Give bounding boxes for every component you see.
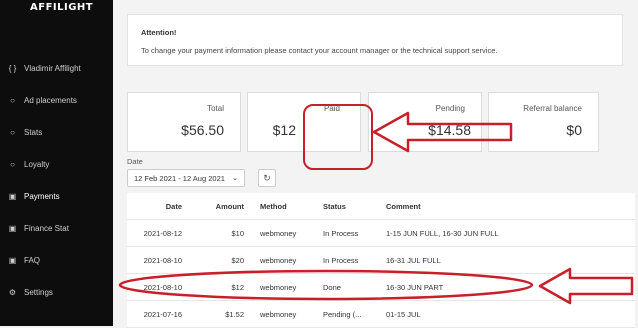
cell-amount: $10: [231, 228, 244, 238]
refresh-button[interactable]: ↻: [258, 169, 276, 187]
total-card: Total $56.50: [127, 92, 241, 152]
date-filter-label: Date: [127, 157, 143, 166]
card-value: $12: [272, 122, 296, 138]
circle-icon: ○: [10, 127, 15, 137]
sidebar-item-label: Payments: [24, 191, 60, 201]
cell-date: 2021-08-12: [143, 228, 182, 238]
gear-icon: ⚙: [8, 287, 17, 297]
cell-method: webmoney: [260, 228, 297, 238]
square-icon: ▣: [8, 223, 17, 233]
column-header-comment[interactable]: Comment: [386, 193, 626, 219]
row-highlight-ellipse: [118, 269, 534, 301]
arrow-left-icon: [538, 267, 634, 305]
sidebar: AFFILIGHT { } Vladimir Affilight ○ Ad pl…: [0, 0, 113, 326]
sidebar-item-loyalty[interactable]: ○ Loyalty: [8, 155, 108, 173]
table-header-row: Date Amount Method Status Comment: [127, 193, 635, 220]
column-header-status[interactable]: Status: [323, 193, 383, 219]
card-label: Total: [207, 104, 224, 113]
sidebar-item-finance-stat[interactable]: ▣ Finance Stat: [8, 219, 108, 237]
card-label: Referral balance: [523, 104, 582, 113]
cell-method: webmoney: [260, 309, 297, 319]
cell-amount: $1.52: [225, 309, 244, 319]
cell-comment: 1-15 JUN FULL, 16-30 JUN FULL: [386, 228, 499, 238]
sidebar-item-payments[interactable]: ▣ Payments: [8, 187, 108, 205]
payments-table: Date Amount Method Status Comment 2021-0…: [127, 193, 635, 328]
column-header-method[interactable]: Method: [260, 193, 315, 219]
sidebar-item-label: Settings: [24, 287, 53, 297]
date-range-value: 12 Feb 2021 - 12 Aug 2021: [134, 173, 225, 183]
sidebar-item-ad-placements[interactable]: ○ Ad placements: [8, 91, 108, 109]
paid-highlight-circle: [303, 104, 373, 170]
card-value: $56.50: [181, 122, 224, 138]
sidebar-item-profile[interactable]: { } Vladimir Affilight: [8, 59, 108, 77]
arrow-left-icon: [372, 111, 513, 153]
circle-icon: ○: [10, 95, 15, 105]
sidebar-item-stats[interactable]: ○ Stats: [8, 123, 108, 141]
sidebar-item-faq[interactable]: ▣ FAQ: [8, 251, 108, 269]
column-header-amount[interactable]: Amount: [187, 193, 244, 219]
square-icon: ▣: [8, 191, 17, 201]
sidebar-item-label: FAQ: [24, 255, 41, 265]
circle-icon: ○: [10, 159, 15, 169]
date-range-select[interactable]: 12 Feb 2021 - 12 Aug 2021 ⌄: [127, 169, 245, 187]
column-header-date[interactable]: Date: [127, 193, 182, 219]
sidebar-item-label: Vladimir Affilight: [24, 63, 81, 73]
sidebar-item-settings[interactable]: ⚙ Settings: [8, 283, 108, 301]
app-logo[interactable]: AFFILIGHT: [30, 2, 93, 13]
table-row: 2021-08-12 $10 webmoney In Process 1-15 …: [127, 220, 635, 247]
cell-status: In Process: [323, 228, 359, 238]
card-value: $0: [566, 122, 582, 138]
sidebar-item-label: Loyalty: [24, 159, 50, 169]
attention-alert: Attention! To change your payment inform…: [127, 14, 623, 66]
square-icon: ▣: [8, 255, 17, 265]
sidebar-item-label: Finance Stat: [24, 223, 69, 233]
alert-title: Attention!: [141, 28, 177, 37]
sidebar-item-label: Stats: [24, 127, 43, 137]
cell-date: 2021-07-16: [143, 309, 182, 319]
refresh-icon: ↻: [263, 172, 271, 183]
sidebar-item-label: Ad placements: [24, 95, 77, 105]
alert-text: To change your payment information pleas…: [141, 46, 498, 55]
cell-status: Pending (...: [323, 309, 362, 319]
bracket-icon: { }: [8, 63, 17, 73]
chevron-down-icon: ⌄: [232, 175, 238, 182]
